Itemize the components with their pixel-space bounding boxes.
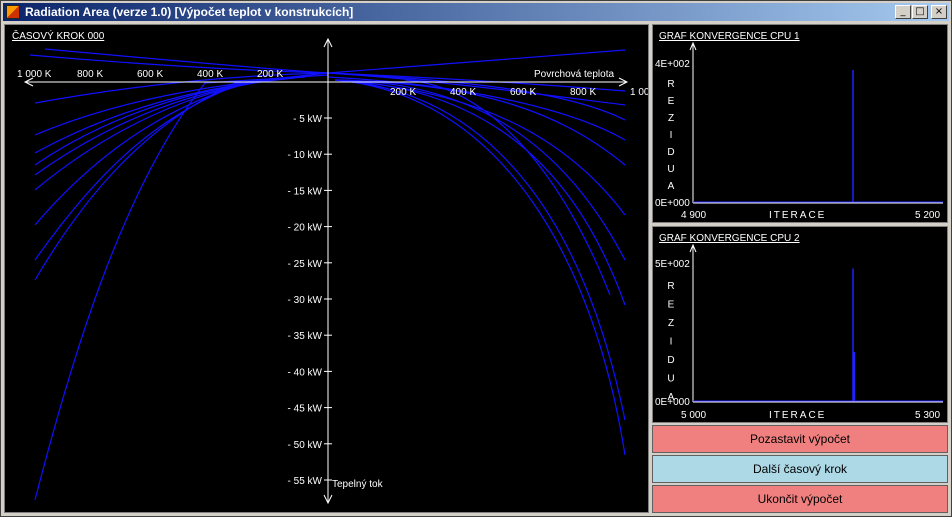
y-axis-letter: U <box>667 164 674 175</box>
y-axis-letter: R <box>667 281 674 292</box>
x-tick-label-right: 400 K <box>450 87 476 98</box>
convergence-cpu2-panel: GRAF KONVERGENCE CPU 2 5E+002 0E+000 REZ… <box>652 226 948 423</box>
convergence-cpu1-panel: GRAF KONVERGENCE CPU 1 4E+002 0E+000 REZ… <box>652 24 948 223</box>
y-axis-letter: I <box>670 337 673 348</box>
cpu1-x-min-label: 4 900 <box>681 210 706 221</box>
heat-flux-curve <box>34 76 306 136</box>
y-axis-letter: E <box>668 300 675 311</box>
heat-flux-curve <box>334 79 626 421</box>
x-tick-label-right: 600 K <box>510 87 536 98</box>
cpu1-y-axis-letters: REZIDUA <box>667 79 674 192</box>
cpu1-x-axis-label: ITERACE <box>769 210 826 221</box>
y-tick-label: - 55 kW <box>288 476 323 487</box>
axis-ticks: 1 000 K 800 K 600 K 400 K 200 K 200 K 400 K 600… <box>17 69 648 487</box>
y-tick-label: - 45 kW <box>288 404 323 415</box>
y-axis-letter: D <box>667 147 674 158</box>
y-axis-letter: Z <box>668 318 674 329</box>
x-tick-label-left: 400 K <box>197 69 223 80</box>
pause-calculation-button[interactable]: Pozastavit výpočet <box>652 425 948 453</box>
y-axis-letter: R <box>667 79 674 90</box>
window-controls: _ □ × <box>894 5 947 19</box>
cpu2-x-min-label: 5 000 <box>681 410 706 421</box>
y-axis-letter: A <box>668 392 675 403</box>
y-tick-label: - 40 kW <box>288 367 323 378</box>
app-icon[interactable] <box>6 5 20 19</box>
y-axis-label: Tepelný tok <box>332 479 384 490</box>
x-axis-label: Povrchová teplota <box>534 69 614 80</box>
y-axis-letter: A <box>668 181 675 192</box>
y-tick-label: - 15 kW <box>288 186 323 197</box>
cpu1-y-max-label: 4E+002 <box>655 59 690 70</box>
y-axis-letter: I <box>670 130 673 141</box>
cpu2-chart: 5E+002 0E+000 REZIDUA ITERACE 5 000 5 30… <box>655 243 943 421</box>
next-time-step-button[interactable]: Další časový krok <box>652 455 948 483</box>
cpu2-x-axis-label: ITERACE <box>769 410 826 421</box>
cpu1-chart: 4E+002 0E+000 REZIDUA ITERACE 4 900 5 20… <box>655 41 943 221</box>
y-axis-letter: E <box>668 96 675 107</box>
x-tick-label-left: 1 000 K <box>17 69 52 80</box>
y-tick-label: - 20 kW <box>288 223 323 234</box>
heat-flux-curve <box>34 72 329 281</box>
y-tick-label: - 5 kW <box>293 114 322 125</box>
y-axis-letter: Z <box>668 113 674 124</box>
x-tick-label-left: 200 K <box>257 69 283 80</box>
y-axis-letter: D <box>667 355 674 366</box>
y-tick-label: - 30 kW <box>288 295 323 306</box>
application-window: Radiation Area (verze 1.0) [Výpočet tepl… <box>0 0 952 517</box>
y-tick-label: - 25 kW <box>288 259 323 270</box>
cpu2-x-max-label: 5 300 <box>915 410 940 421</box>
heat-flux-curve <box>334 79 626 216</box>
cpu1-y-min-label: 0E+000 <box>655 198 690 209</box>
finish-calculation-button[interactable]: Ukončit výpočet <box>652 485 948 513</box>
y-axis-letter: U <box>667 374 674 385</box>
cpu2-y-axis-letters: REZIDUA <box>667 281 674 403</box>
minimize-button[interactable]: _ <box>895 5 911 19</box>
x-tick-label-right: 200 K <box>390 87 416 98</box>
maximize-button[interactable]: □ <box>912 5 928 19</box>
heat-flux-curve <box>34 81 246 261</box>
y-tick-label: - 35 kW <box>288 331 323 342</box>
title-bar[interactable]: Radiation Area (verze 1.0) [Výpočet tepl… <box>3 3 949 21</box>
y-tick-label: - 50 kW <box>288 440 323 451</box>
close-button[interactable]: × <box>931 5 947 19</box>
heat-flux-chart-panel: ČASOVÝ KROK 000 1 000 K 800 K 600 K 400 K 20… <box>4 24 649 513</box>
cpu1-x-max-label: 5 200 <box>915 210 940 221</box>
heat-flux-chart: 1 000 K 800 K 600 K 400 K 200 K 200 K 400 K 600… <box>17 37 648 505</box>
x-tick-label-right: 1 000 K <box>630 87 648 98</box>
heat-flux-curve <box>404 79 611 296</box>
y-tick-label: - 10 kW <box>288 150 323 161</box>
cpu2-y-max-label: 5E+002 <box>655 259 690 270</box>
x-tick-label-left: 800 K <box>77 69 103 80</box>
x-tick-label-left: 600 K <box>137 69 163 80</box>
x-tick-label-right: 800 K <box>570 87 596 98</box>
window-title: Radiation Area (verze 1.0) [Výpočet tepl… <box>25 5 354 19</box>
